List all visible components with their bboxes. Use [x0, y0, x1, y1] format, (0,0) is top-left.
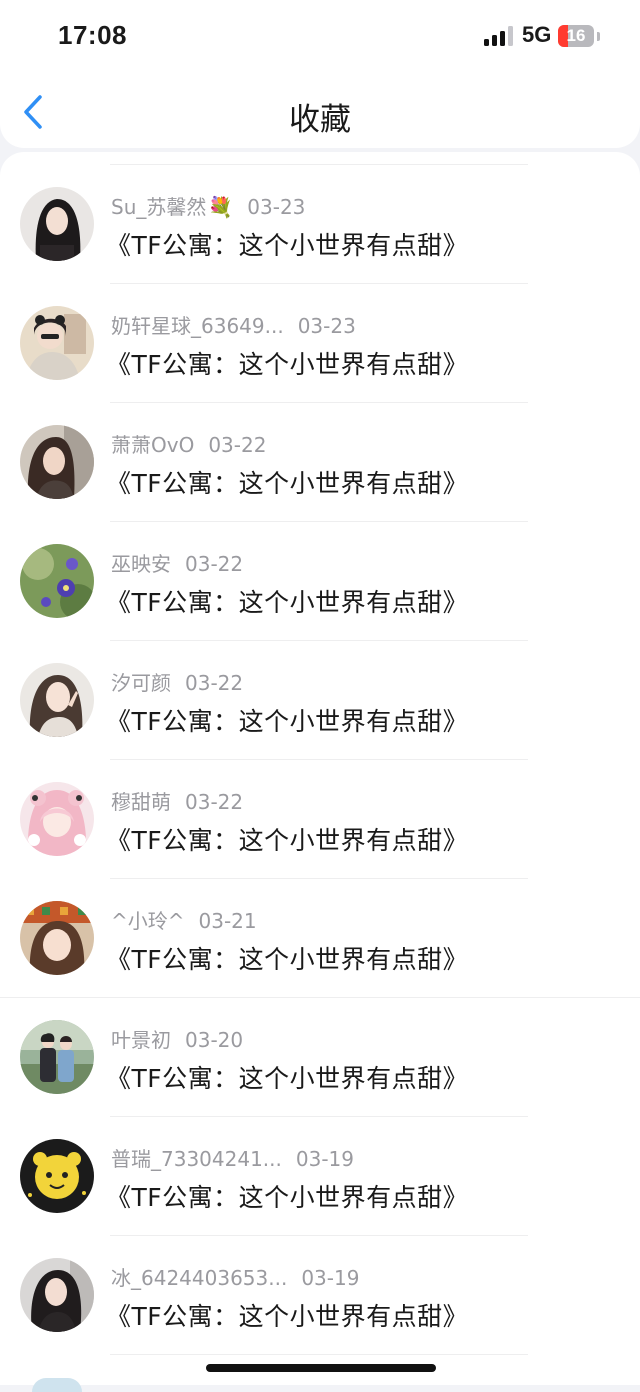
divider: [110, 283, 528, 284]
item-meta: 冰_6424403653... 03-19: [111, 1262, 359, 1291]
username: 普瑞_73304241...: [111, 1147, 282, 1171]
work-title: 《TF公寓：这个小世界有点甜》: [106, 350, 469, 379]
cellular-signal-icon: [484, 26, 513, 46]
date: 03-22: [185, 552, 244, 576]
divider: [110, 759, 528, 760]
avatar[interactable]: [20, 1020, 94, 1094]
divider: [0, 997, 640, 998]
list-item[interactable]: 叶景初 03-20 《TF公寓：这个小世界有点甜》: [0, 997, 640, 1116]
divider: [110, 164, 528, 165]
work-title: 《TF公寓：这个小世界有点甜》: [106, 1183, 469, 1212]
list-item[interactable]: 奶轩星球_63649... 03-23 《TF公寓：这个小世界有点甜》: [0, 283, 640, 402]
battery-icon: 16: [558, 25, 594, 47]
item-meta: 巫映安 03-22: [111, 548, 243, 577]
item-meta: 普瑞_73304241... 03-19: [111, 1143, 354, 1172]
favorites-list: Su_苏馨然 💐 03-23 《TF公寓：这个小世界有点甜》 奶轩星球_63649.…: [0, 152, 640, 1385]
item-meta: 奶轩星球_63649... 03-23: [111, 310, 356, 339]
date: 03-19: [295, 1147, 354, 1171]
avatar[interactable]: [20, 306, 94, 380]
avatar[interactable]: [20, 1258, 94, 1332]
list-item[interactable]: 巫映安 03-22 《TF公寓：这个小世界有点甜》: [0, 521, 640, 640]
list-item[interactable]: 普瑞_73304241... 03-19 《TF公寓：这个小世界有点甜》: [0, 1116, 640, 1235]
avatar[interactable]: [20, 544, 94, 618]
date: 03-19: [301, 1266, 360, 1290]
avatar[interactable]: [20, 187, 94, 261]
divider: [110, 1116, 528, 1117]
date: 03-20: [185, 1028, 244, 1052]
username: 萧萧OvO: [111, 433, 195, 457]
date: 03-23: [247, 195, 306, 219]
item-meta: Su_苏馨然 💐 03-23: [111, 191, 305, 220]
avatar[interactable]: [20, 663, 94, 737]
avatar[interactable]: [20, 782, 94, 856]
avatar: [32, 1378, 82, 1392]
work-title: 《TF公寓：这个小世界有点甜》: [106, 945, 469, 974]
list-item[interactable]: 汐可颜 03-22 《TF公寓：这个小世界有点甜》: [0, 640, 640, 759]
date: 03-22: [208, 433, 267, 457]
bouquet-emoji-icon: 💐: [208, 195, 234, 219]
status-bar: 17:08 5G 16: [0, 0, 640, 72]
username: Su_苏馨然: [111, 195, 207, 219]
list-item[interactable]: 萧萧OvO 03-22 《TF公寓：这个小世界有点甜》: [0, 402, 640, 521]
header-card: 17:08 5G 16 收藏: [0, 0, 640, 148]
home-indicator[interactable]: [206, 1364, 436, 1372]
username: 巫映安: [111, 552, 171, 576]
page-title: 收藏: [289, 102, 351, 138]
network-type: 5G: [522, 22, 552, 47]
avatar[interactable]: [20, 1139, 94, 1213]
divider: [110, 1354, 528, 1355]
work-title: 《TF公寓：这个小世界有点甜》: [106, 1302, 469, 1331]
divider: [110, 640, 528, 641]
battery-tip: [597, 32, 600, 41]
date: 03-22: [185, 790, 244, 814]
username: 穆甜萌: [111, 790, 171, 814]
list-item[interactable]: Su_苏馨然 💐 03-23 《TF公寓：这个小世界有点甜》: [0, 164, 640, 283]
work-title: 《TF公寓：这个小世界有点甜》: [106, 231, 469, 260]
item-meta: 萧萧OvO 03-22: [111, 429, 266, 458]
work-title: 《TF公寓：这个小世界有点甜》: [106, 707, 469, 736]
item-meta: 汐可颜 03-22: [111, 667, 243, 696]
divider: [110, 1235, 528, 1236]
work-title: 《TF公寓：这个小世界有点甜》: [106, 469, 469, 498]
username: 汐可颜: [111, 671, 171, 695]
username: ^小玲^: [111, 909, 185, 933]
divider: [110, 521, 528, 522]
date: 03-21: [198, 909, 257, 933]
battery-level: 16: [566, 26, 586, 45]
avatar[interactable]: [20, 901, 94, 975]
list-item[interactable]: ^小玲^ 03-21 《TF公寓：这个小世界有点甜》: [0, 878, 640, 997]
work-title: 《TF公寓：这个小世界有点甜》: [106, 588, 469, 617]
item-meta: 穆甜萌 03-22: [111, 786, 243, 815]
username: 冰_6424403653...: [111, 1266, 288, 1290]
divider: [110, 402, 528, 403]
list-item[interactable]: 穆甜萌 03-22 《TF公寓：这个小世界有点甜》: [0, 759, 640, 878]
work-title: 《TF公寓：这个小世界有点甜》: [106, 826, 469, 855]
item-meta: 叶景初 03-20: [111, 1024, 243, 1053]
nav-bar: 收藏: [0, 72, 640, 148]
item-meta: ^小玲^ 03-21: [111, 905, 257, 934]
list-item[interactable]: 冰_6424403653... 03-19 《TF公寓：这个小世界有点甜》: [0, 1235, 640, 1354]
username: 叶景初: [111, 1028, 171, 1052]
status-time: 17:08: [58, 20, 127, 50]
avatar[interactable]: [20, 425, 94, 499]
work-title: 《TF公寓：这个小世界有点甜》: [106, 1064, 469, 1093]
date: 03-22: [185, 671, 244, 695]
divider: [110, 878, 528, 879]
username: 奶轩星球_63649...: [111, 314, 284, 338]
date: 03-23: [297, 314, 356, 338]
